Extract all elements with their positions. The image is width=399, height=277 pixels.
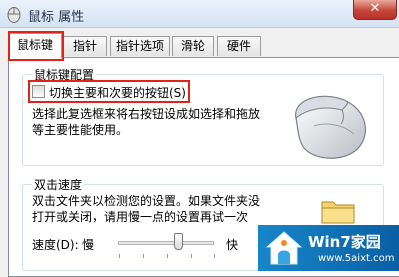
slider-tick [167, 254, 168, 258]
description-line-1: 选择此复选框来将右按钮设成如选择和拖放 [32, 107, 261, 121]
watermark-url: www.5aixt.com [318, 253, 395, 264]
mouse-icon [7, 7, 21, 23]
watermark-brand: Win7家园 [308, 233, 381, 251]
tab-pointer-options[interactable]: 指针选项 [110, 36, 170, 56]
tab-pointers[interactable]: 指针 [63, 36, 107, 56]
tab-hardware[interactable]: 硬件 [217, 36, 261, 56]
slider-tick [191, 254, 192, 258]
double-click-line-2: 打开或关闭，请用慢一点的设置再试一次 [32, 210, 249, 224]
window-title: 鼠标 属性 [28, 10, 85, 25]
double-click-title: 双击速度 [32, 176, 85, 193]
folder-test-icon[interactable] [320, 196, 358, 226]
slow-label: 慢 [82, 238, 95, 252]
tab-wheel[interactable]: 滑轮 [172, 36, 214, 56]
site-watermark: Win7家园 www.5aixt.com [258, 225, 399, 271]
slider-tick [143, 254, 144, 258]
slider-tick [119, 254, 120, 258]
slider-tick [214, 254, 215, 258]
button-config-description: 选择此复选框来将右按钮设成如选择和拖放 等主要性能使用。 [32, 106, 260, 138]
checkbox-highlight-box [28, 80, 190, 103]
mouse-illustration [295, 95, 366, 159]
speed-label: 速度(D): [32, 238, 79, 252]
title-bar: 鼠标 属性 ✕ [0, 0, 399, 28]
description-line-2: 等主要性能使用。 [32, 123, 129, 137]
double-click-description: 双击文件夹以检测您的设置。如果文件夹没 打开或关闭，请用慢一点的设置再试一次 [32, 193, 260, 225]
house-logo-icon [265, 231, 303, 265]
close-button[interactable]: ✕ [353, 0, 397, 20]
fast-label: 快 [226, 238, 239, 252]
tab-highlight-box [8, 31, 64, 61]
speed-slider-track[interactable] [118, 241, 214, 245]
speed-slider-thumb[interactable] [174, 233, 183, 250]
double-click-line-1: 双击文件夹以检测您的设置。如果文件夹没 [32, 194, 261, 208]
